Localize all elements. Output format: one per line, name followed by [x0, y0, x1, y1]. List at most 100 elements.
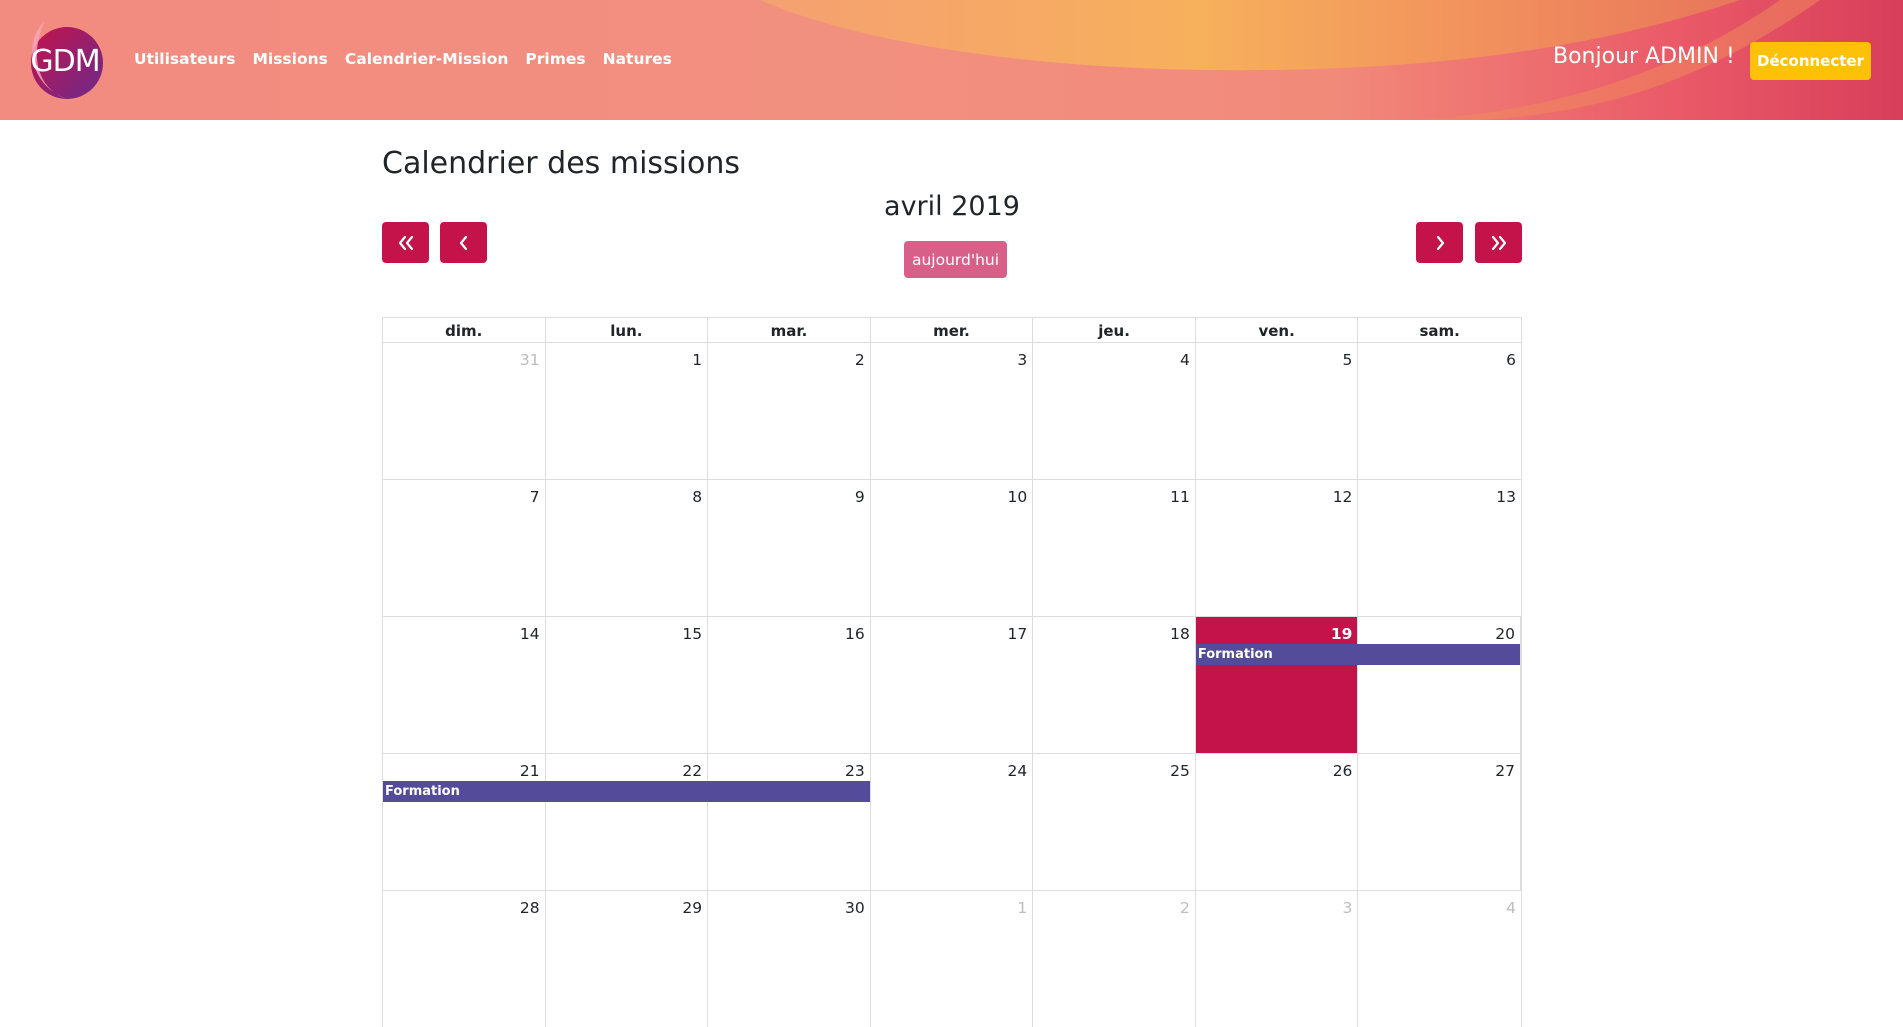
day-number: 5	[1342, 351, 1353, 369]
calendar-day-cell[interactable]: 3	[1196, 891, 1359, 1027]
nav-natures[interactable]: Natures	[603, 50, 672, 68]
nav-utilisateurs[interactable]: Utilisateurs	[134, 50, 235, 68]
calendar-day-cell[interactable]: 4	[1033, 343, 1196, 479]
day-number: 18	[1170, 625, 1190, 643]
day-number: 29	[682, 899, 703, 917]
calendar-day-cell[interactable]: 10	[871, 480, 1034, 616]
calendar-day-cell[interactable]: 23	[708, 754, 871, 890]
calendar-event[interactable]: Formation	[383, 781, 870, 802]
calendar-day-cell[interactable]: 2	[1033, 891, 1196, 1027]
day-number: 30	[844, 899, 865, 917]
weekday-label: mer.	[871, 318, 1034, 342]
double-chevron-right-icon	[1491, 235, 1506, 250]
day-number: 2	[1179, 899, 1190, 917]
calendar-month-title: avril 2019	[884, 191, 1020, 222]
calendar-day-cell[interactable]: 7	[383, 480, 546, 616]
calendar-day-cell[interactable]: 4	[1358, 891, 1521, 1027]
calendar-day-cell[interactable]: 25	[1033, 754, 1196, 890]
user-greeting: Bonjour ADMIN !	[1553, 44, 1735, 69]
calendar-day-cell[interactable]: 18	[1033, 617, 1196, 753]
day-number: 12	[1332, 488, 1353, 506]
calendar-day-cell[interactable]: 5	[1196, 343, 1359, 479]
calendar-day-cell[interactable]: 13	[1358, 480, 1521, 616]
day-number: 7	[529, 488, 540, 506]
calendar-day-cell[interactable]: 31	[383, 343, 546, 479]
double-chevron-left-icon	[398, 235, 413, 250]
prev-year-button[interactable]	[382, 222, 429, 263]
calendar-weekday-header: dim. lun. mar. mer. jeu. ven. sam.	[382, 317, 1522, 342]
weekday-label: mar.	[708, 318, 871, 342]
next-year-button[interactable]	[1475, 222, 1522, 263]
calendar-day-cell[interactable]: 15	[546, 617, 709, 753]
calendar-day-cell[interactable]: 16	[708, 617, 871, 753]
logo-text: GDM	[30, 44, 100, 79]
nav-missions[interactable]: Missions	[252, 50, 327, 68]
day-number: 22	[682, 762, 703, 780]
day-number: 11	[1170, 488, 1190, 506]
calendar-day-cell[interactable]: 17	[871, 617, 1034, 753]
calendar-day-cell[interactable]: 22	[546, 754, 709, 890]
day-number: 1	[692, 351, 703, 369]
calendar-day-cell[interactable]: 24	[871, 754, 1034, 890]
day-number: 3	[1342, 899, 1353, 917]
nav-calendrier-mission[interactable]: Calendrier-Mission	[345, 50, 509, 68]
calendar-day-cell[interactable]: 6	[1358, 343, 1521, 479]
calendar-day-cell[interactable]: 26	[1196, 754, 1359, 890]
day-number: 1	[1017, 899, 1028, 917]
day-number: 3	[1017, 351, 1028, 369]
calendar-week-row: 31 1 2 3 4 5 6	[382, 342, 1522, 479]
day-number: 9	[854, 488, 865, 506]
day-number: 28	[519, 899, 540, 917]
calendar-day-cell[interactable]: 14	[383, 617, 546, 753]
day-number: 13	[1496, 488, 1516, 506]
calendar-week-row: 14 15 16 17 18 19 20 Formation	[382, 616, 1522, 753]
chevron-left-icon	[459, 235, 467, 250]
day-number: 23	[844, 762, 865, 780]
calendar-day-cell[interactable]: 1	[546, 343, 709, 479]
weekday-label: jeu.	[1033, 318, 1196, 342]
calendar-day-cell[interactable]: 1	[871, 891, 1034, 1027]
calendar-week-row: 21 22 23 24 25 26 27 Formation	[382, 753, 1522, 890]
day-number: 16	[844, 625, 865, 643]
weekday-label: dim.	[383, 318, 546, 342]
month-calendar: dim. lun. mar. mer. jeu. ven. sam. 31 1 2 3…	[382, 317, 1522, 1027]
day-number: 20	[1495, 625, 1515, 643]
day-number: 25	[1170, 762, 1190, 780]
weekday-label: lun.	[546, 318, 709, 342]
calendar-day-cell[interactable]: 3	[871, 343, 1034, 479]
calendar-day-cell[interactable]: 20	[1358, 617, 1521, 753]
calendar-day-today[interactable]: 19	[1195, 617, 1359, 753]
day-number: 21	[519, 762, 540, 780]
calendar-day-cell[interactable]: 21	[383, 754, 546, 890]
day-number: 15	[682, 625, 703, 643]
day-number: 24	[1007, 762, 1028, 780]
calendar-day-cell[interactable]: 9	[708, 480, 871, 616]
day-number: 8	[692, 488, 703, 506]
calendar-day-cell[interactable]: 8	[546, 480, 709, 616]
weekday-label: ven.	[1196, 318, 1359, 342]
calendar-day-cell[interactable]: 12	[1196, 480, 1359, 616]
day-number: 14	[519, 625, 540, 643]
day-number: 26	[1332, 762, 1353, 780]
weekday-label: sam.	[1419, 322, 1460, 340]
calendar-day-cell[interactable]: 11	[1033, 480, 1196, 616]
today-button[interactable]: aujourd'hui	[904, 241, 1007, 278]
calendar-day-cell[interactable]: 29	[546, 891, 709, 1027]
nav-primes[interactable]: Primes	[525, 50, 585, 68]
main-nav: Utilisateurs Missions Calendrier-Mission…	[134, 50, 672, 68]
calendar-day-cell[interactable]: 2	[708, 343, 871, 479]
day-number: 17	[1007, 625, 1028, 643]
prev-month-button[interactable]	[440, 222, 487, 263]
day-number: 10	[1007, 488, 1028, 506]
calendar-event[interactable]: Formation	[1195, 644, 1520, 665]
day-number: 4	[1179, 351, 1190, 369]
day-number: 4	[1506, 899, 1516, 917]
next-month-button[interactable]	[1416, 222, 1463, 263]
calendar-day-cell[interactable]: 27	[1358, 754, 1521, 890]
chevron-right-icon	[1436, 235, 1444, 250]
calendar-week-row: 28 29 30 1 2 3 4	[382, 890, 1522, 1027]
calendar-week-row: 7 8 9 10 11 12 13	[382, 479, 1522, 616]
calendar-day-cell[interactable]: 28	[383, 891, 546, 1027]
logout-button[interactable]: Déconnecter	[1750, 42, 1871, 80]
calendar-day-cell[interactable]: 30	[708, 891, 871, 1027]
